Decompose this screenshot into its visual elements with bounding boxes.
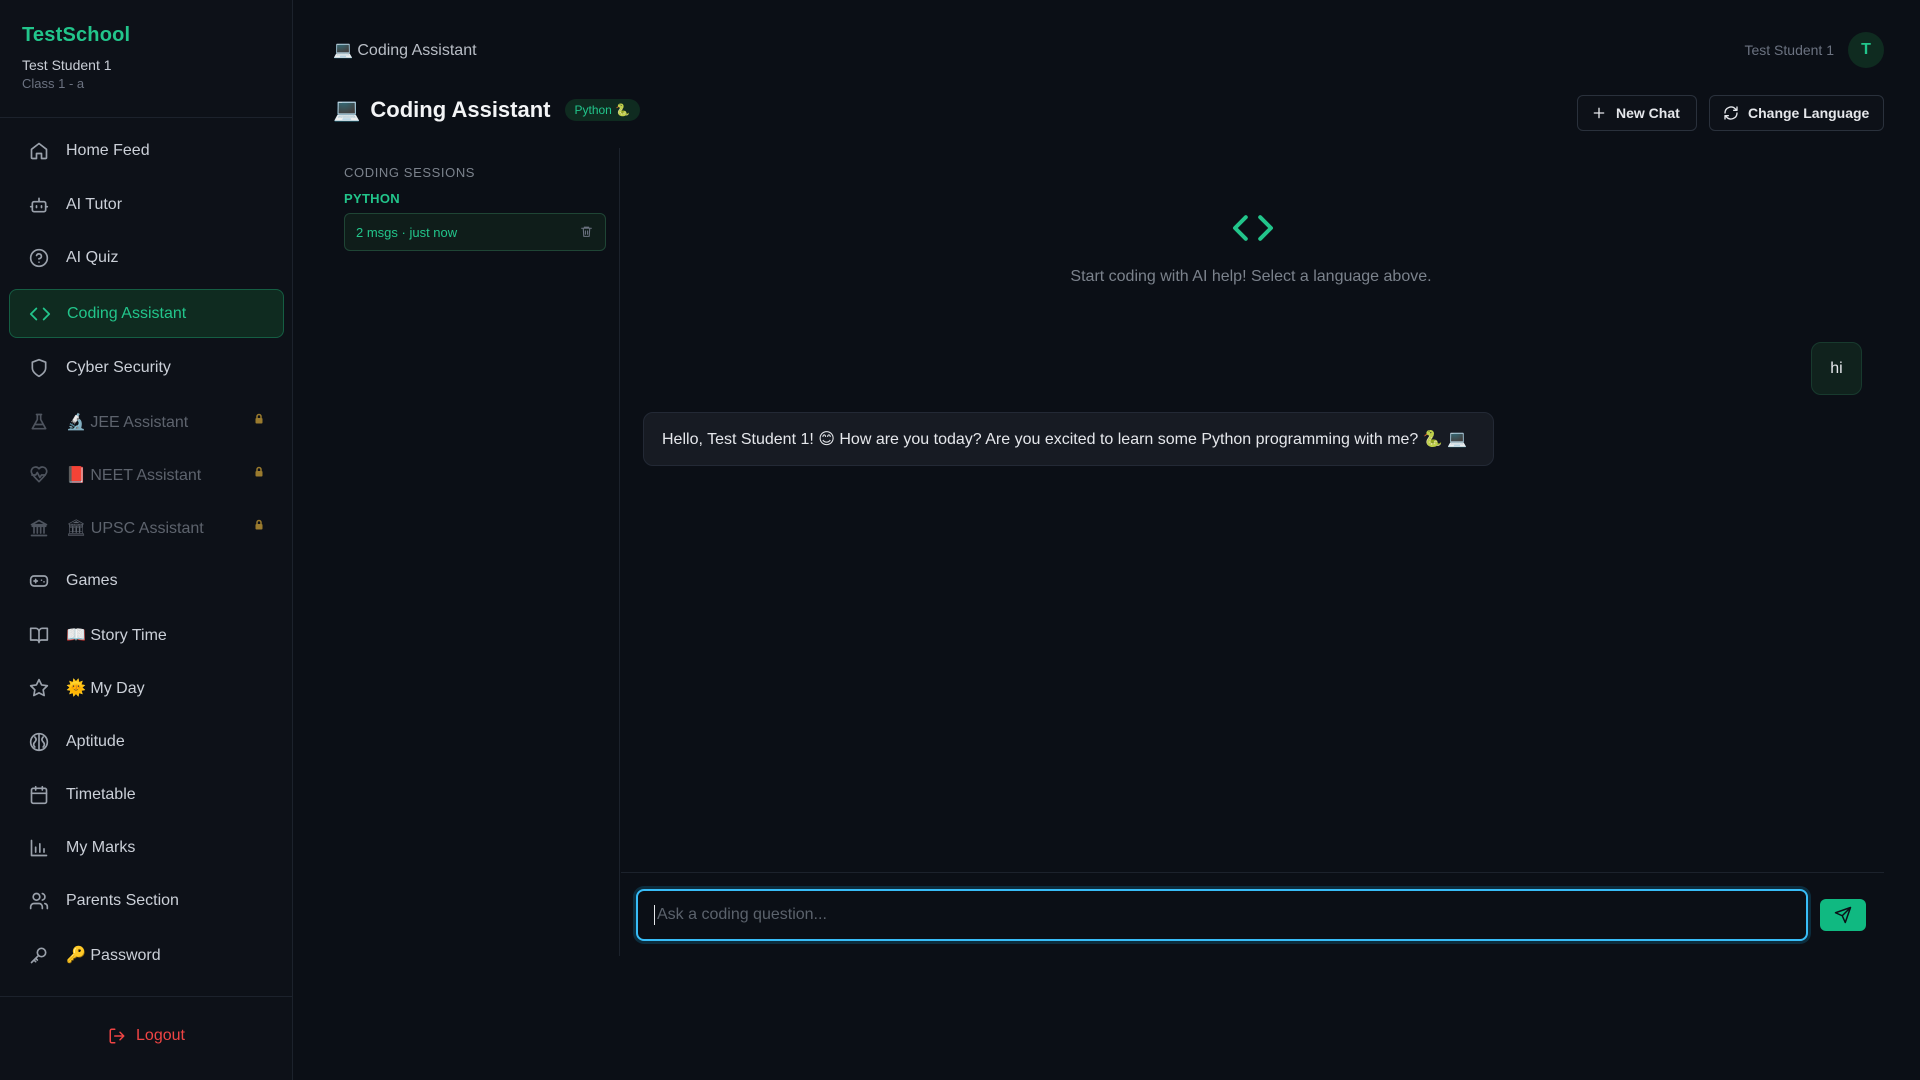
sidebar-item-upsc-assistant[interactable]: 🏛 UPSC Assistant <box>9 503 284 552</box>
laptop-emoji-icon: 💻 <box>333 97 361 122</box>
sidebar-item-timetable[interactable]: Timetable <box>9 770 284 819</box>
new-chat-label: New Chat <box>1616 105 1680 121</box>
calendar-icon <box>27 783 51 807</box>
send-button[interactable] <box>1820 899 1866 931</box>
sidebar-item-label: 🔑 Password <box>66 946 161 964</box>
bank-icon <box>27 516 51 540</box>
student-class: Class 1 - a <box>22 76 85 91</box>
chat-area: Start coding with AI help! Select a lang… <box>621 148 1884 872</box>
sidebar-item-label: 📖 Story Time <box>66 626 167 644</box>
sidebar-item-ai-tutor[interactable]: AI Tutor <box>9 180 284 229</box>
lock-icon <box>253 466 265 481</box>
send-icon <box>1834 906 1852 924</box>
logout-area: Logout <box>0 996 293 1080</box>
session-label: 2 msgs · just now <box>356 224 458 240</box>
lock-icon <box>253 413 265 428</box>
users-icon <box>27 889 51 913</box>
page-title: 💻 Coding Assistant Python 🐍 <box>333 97 641 123</box>
chat-input[interactable]: Ask a coding question... <box>636 889 1808 941</box>
assistant-message: Hello, Test Student 1! 😊 How are you tod… <box>643 412 1494 466</box>
student-name: Test Student 1 <box>22 57 112 73</box>
sidebar-item-label: 🏛 UPSC Assistant <box>66 519 204 537</box>
code-icon <box>1231 210 1275 251</box>
page-title-text: Coding Assistant <box>370 97 551 122</box>
gamepad-icon <box>27 569 51 593</box>
session-item[interactable]: 2 msgs · just now <box>344 213 606 251</box>
user-message: hi <box>1811 342 1862 395</box>
flask-icon <box>27 410 51 434</box>
avatar[interactable]: T <box>1848 32 1884 68</box>
coding-sessions-panel: CODING SESSIONS PYTHON 2 msgs · just now <box>333 148 620 956</box>
refresh-icon <box>1724 106 1738 120</box>
sidebar-item-neet-assistant[interactable]: 📕 NEET Assistant <box>9 450 284 499</box>
sidebar-item-coding-assistant[interactable]: Coding Assistant <box>9 289 284 338</box>
sidebar-item-label: 📕 NEET Assistant <box>66 466 202 484</box>
sidebar-item-my-marks[interactable]: My Marks <box>9 823 284 872</box>
sidebar-item-aptitude[interactable]: Aptitude <box>9 717 284 766</box>
sidebar-item-my-day[interactable]: 🌞 My Day <box>9 663 284 712</box>
text-caret <box>654 905 655 925</box>
book-icon <box>27 623 51 647</box>
trash-icon[interactable] <box>580 225 593 241</box>
logout-button[interactable]: Logout <box>0 1027 293 1045</box>
star-icon <box>27 676 51 700</box>
sidebar-item-cyber-security[interactable]: Cyber Security <box>9 343 284 392</box>
change-language-button[interactable]: Change Language <box>1709 95 1884 131</box>
sessions-language: PYTHON <box>344 191 400 206</box>
brain-icon <box>27 730 51 754</box>
sidebar-item-parents-section[interactable]: Parents Section <box>9 876 284 925</box>
change-language-label: Change Language <box>1748 105 1870 121</box>
sessions-heading: CODING SESSIONS <box>344 165 476 180</box>
chat-divider <box>621 872 1884 873</box>
sidebar-item-label: AI Tutor <box>66 195 123 213</box>
language-badge: Python 🐍 <box>564 99 641 121</box>
user-menu[interactable]: Test Student 1 T <box>1744 32 1884 68</box>
sidebar: TestSchool Test Student 1 Class 1 - a Ho… <box>0 0 293 1080</box>
breadcrumb: 💻 Coding Assistant <box>333 42 477 59</box>
sidebar-item-label: Coding Assistant <box>67 304 187 322</box>
home-icon <box>27 139 51 163</box>
help-circle-icon <box>27 246 51 270</box>
plus-icon <box>1593 107 1605 119</box>
bot-icon <box>27 193 51 217</box>
sidebar-item-label: AI Quiz <box>66 248 119 266</box>
sidebar-item-label: 🌞 My Day <box>66 679 145 697</box>
new-chat-button[interactable]: New Chat <box>1577 95 1697 131</box>
sidebar-item-home-feed[interactable]: Home Feed <box>9 126 284 175</box>
chat-input-placeholder: Ask a coding question... <box>657 906 827 923</box>
app-name: TestSchool <box>22 24 131 46</box>
sidebar-item-label: My Marks <box>66 838 136 856</box>
sidebar-item-label: Aptitude <box>66 732 125 750</box>
sidebar-item-story-time[interactable]: 📖 Story Time <box>9 610 284 659</box>
lock-icon <box>253 519 265 534</box>
code-icon <box>28 302 52 326</box>
key-icon <box>27 943 51 967</box>
logout-icon <box>109 1028 125 1044</box>
sidebar-item-label: Home Feed <box>66 141 150 159</box>
sidebar-item-label: 🔬 JEE Assistant <box>66 413 189 431</box>
bar-chart-icon <box>27 836 51 860</box>
sidebar-item-password[interactable]: 🔑 Password <box>9 930 284 979</box>
sidebar-item-label: Cyber Security <box>66 358 171 376</box>
shield-icon <box>27 356 51 380</box>
brand-block: TestSchool Test Student 1 Class 1 - a <box>0 0 292 118</box>
sidebar-item-ai-quiz[interactable]: AI Quiz <box>9 233 284 282</box>
sidebar-item-label: Games <box>66 571 118 589</box>
heart-pulse-icon <box>27 463 51 487</box>
sidebar-item-jee-assistant[interactable]: 🔬 JEE Assistant <box>9 397 284 446</box>
header-user-name: Test Student 1 <box>1744 42 1834 58</box>
sidebar-item-label: Timetable <box>66 785 136 803</box>
sidebar-item-label: Parents Section <box>66 891 179 909</box>
empty-state-text: Start coding with AI help! Select a lang… <box>1070 268 1432 285</box>
logout-label: Logout <box>136 1027 185 1044</box>
sidebar-item-games[interactable]: Games <box>9 556 284 605</box>
